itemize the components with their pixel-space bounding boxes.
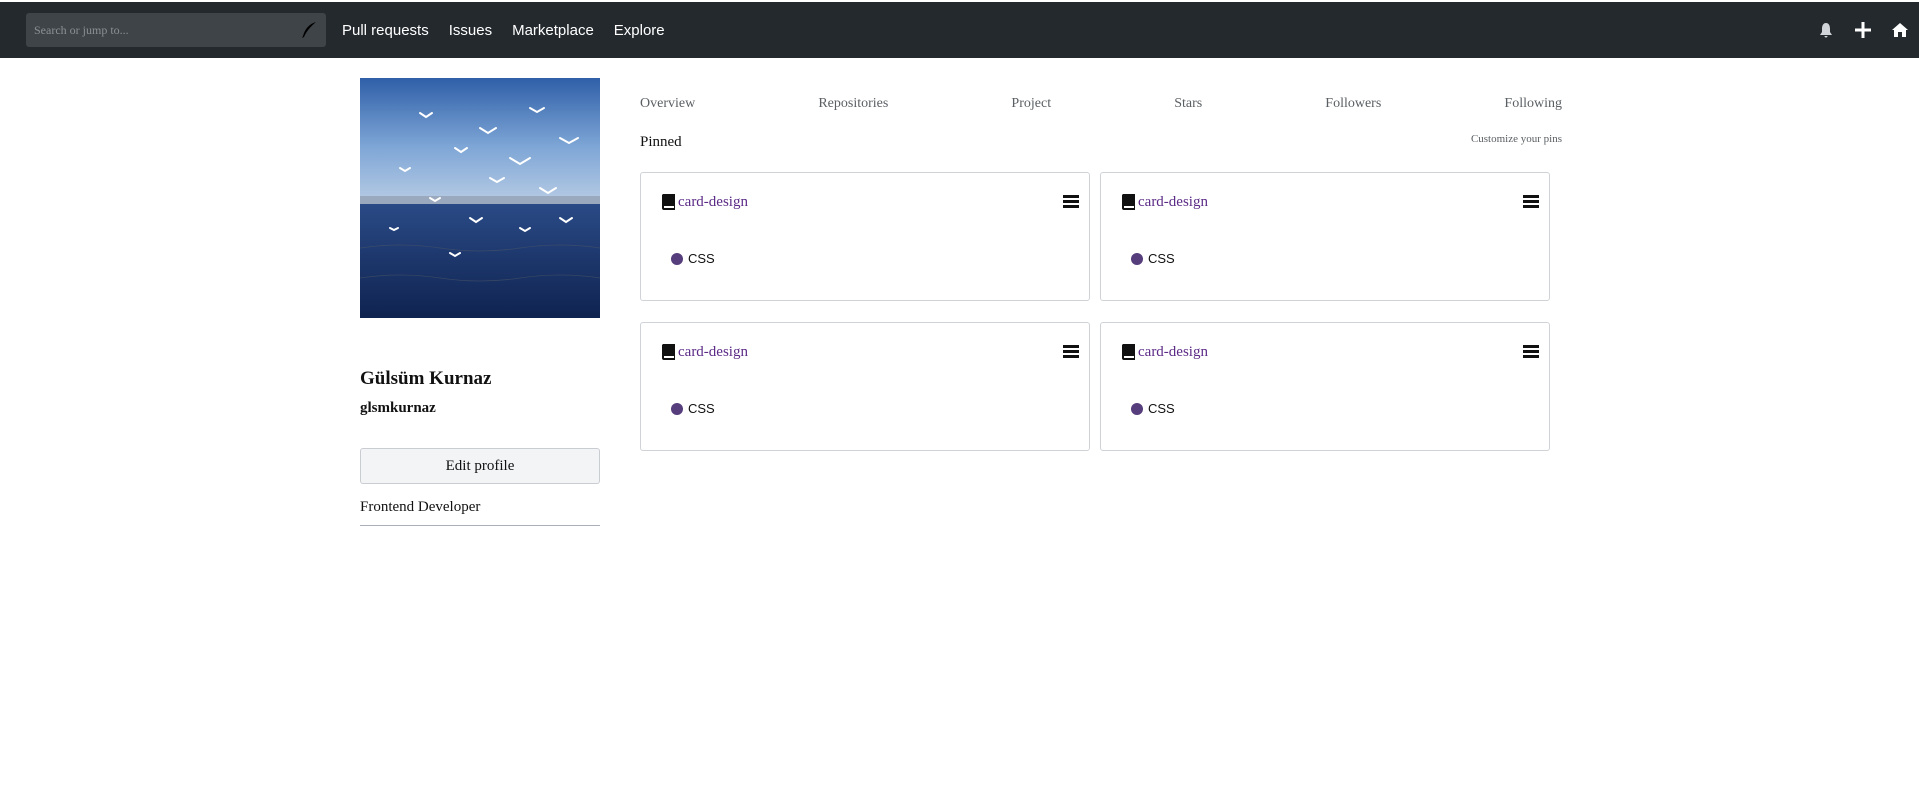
- pinned-card: card-design CSS: [640, 322, 1090, 451]
- pinned-card: card-design CSS: [640, 172, 1090, 301]
- repo-language: CSS: [671, 251, 715, 266]
- avatar: [360, 78, 600, 318]
- drag-handle-icon[interactable]: [1523, 194, 1539, 208]
- language-label: CSS: [1148, 401, 1175, 416]
- top-navbar: Pull requests Issues Marketplace Explore: [0, 2, 1919, 58]
- bio-divider: [360, 525, 600, 526]
- search-input[interactable]: [26, 13, 296, 47]
- language-color-dot: [1131, 402, 1143, 415]
- nav-pull-requests[interactable]: Pull requests: [342, 22, 429, 39]
- book-icon: [662, 344, 675, 360]
- language-label: CSS: [688, 251, 715, 266]
- language-label: CSS: [688, 401, 715, 416]
- pinned-card: card-design CSS: [1100, 322, 1550, 451]
- tab-followers[interactable]: Followers: [1325, 96, 1381, 112]
- profile-bio: Frontend Developer: [360, 499, 481, 515]
- repo-title: card-design: [661, 343, 748, 361]
- main-nav: Pull requests Issues Marketplace Explore: [342, 2, 665, 58]
- bell-icon[interactable]: [1817, 21, 1835, 39]
- repo-language: CSS: [671, 401, 715, 416]
- book-icon: [1122, 344, 1135, 360]
- search-box[interactable]: [26, 13, 326, 47]
- plus-icon[interactable]: [1854, 21, 1872, 39]
- book-icon: [1122, 194, 1135, 210]
- language-color-dot: [671, 252, 683, 265]
- language-label: CSS: [1148, 251, 1175, 266]
- repo-language: CSS: [1131, 401, 1175, 416]
- nav-issues[interactable]: Issues: [449, 22, 492, 39]
- pinned-card: card-design CSS: [1100, 172, 1550, 301]
- repo-title: card-design: [1121, 193, 1208, 211]
- tab-following[interactable]: Following: [1504, 96, 1562, 112]
- repo-title: card-design: [661, 193, 748, 211]
- repo-language: CSS: [1131, 251, 1175, 266]
- nav-right-actions: [1817, 2, 1909, 58]
- language-color-dot: [1131, 252, 1143, 265]
- book-icon: [662, 194, 675, 210]
- nav-marketplace[interactable]: Marketplace: [512, 22, 594, 39]
- repo-link[interactable]: card-design: [678, 194, 748, 211]
- tab-stars[interactable]: Stars: [1174, 96, 1202, 112]
- repo-link[interactable]: card-design: [678, 344, 748, 361]
- language-color-dot: [671, 402, 683, 415]
- edit-profile-button[interactable]: Edit profile: [360, 448, 600, 484]
- drag-handle-icon[interactable]: [1063, 194, 1079, 208]
- pinned-heading: Pinned: [640, 134, 682, 150]
- profile-tabs: Overview Repositories Project Stars Foll…: [640, 96, 1562, 112]
- profile-username: glsmkurnaz: [360, 400, 436, 416]
- profile-name: Gülsüm Kurnaz: [360, 368, 492, 389]
- home-icon[interactable]: [1891, 21, 1909, 39]
- repo-link[interactable]: card-design: [1138, 194, 1208, 211]
- tab-project[interactable]: Project: [1011, 96, 1051, 112]
- drag-handle-icon[interactable]: [1063, 344, 1079, 358]
- tab-overview[interactable]: Overview: [640, 96, 695, 112]
- feather-icon: [302, 22, 316, 38]
- nav-explore[interactable]: Explore: [614, 22, 665, 39]
- tab-repositories[interactable]: Repositories: [818, 96, 888, 112]
- repo-link[interactable]: card-design: [1138, 344, 1208, 361]
- drag-handle-icon[interactable]: [1523, 344, 1539, 358]
- repo-title: card-design: [1121, 343, 1208, 361]
- customize-pins-link[interactable]: Customize your pins: [1471, 133, 1562, 145]
